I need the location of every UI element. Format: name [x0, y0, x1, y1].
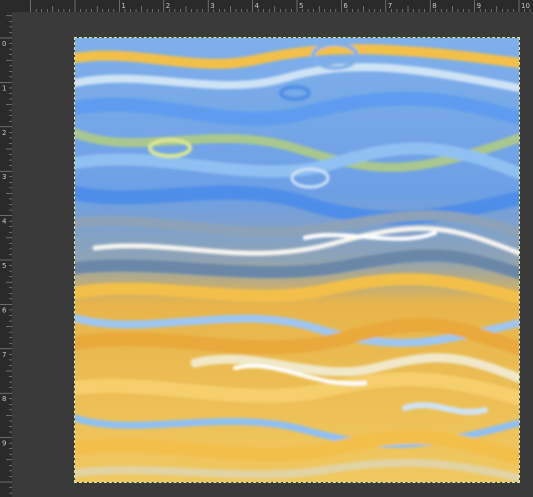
- ruler-label: 10: [521, 2, 530, 10]
- ruler-label: 1: [2, 84, 6, 92]
- horizontal-ruler-ticks: 1 2 3 4 5 6 7 8 9 10: [30, 0, 531, 12]
- ruler-label: 2: [166, 2, 170, 10]
- ruler-label: 8: [2, 395, 6, 403]
- ruler-label: 1: [121, 2, 125, 10]
- marbled-image: [75, 38, 519, 482]
- ruler-label: 9: [2, 440, 6, 448]
- ruler-label: 6: [343, 2, 348, 10]
- ruler-label: 4: [255, 2, 260, 10]
- ruler-label: 5: [299, 2, 303, 10]
- ruler-label: 0: [2, 40, 6, 48]
- ruler-label: 3: [210, 2, 214, 10]
- ruler-label: 8: [432, 2, 436, 10]
- ruler-label: 7: [2, 351, 6, 359]
- vertical-ruler-ticks: 0 1 2 3 4 5 6 7 8 9: [0, 15, 12, 494]
- marbled-image-artboard[interactable]: [74, 37, 520, 483]
- ruler-label: 2: [2, 129, 6, 137]
- ruler-label: 6: [2, 306, 7, 314]
- ruler-label: 9: [477, 2, 481, 10]
- ruler-label: 4: [2, 218, 7, 226]
- ruler-label: 7: [388, 2, 392, 10]
- ruler-label: 3: [2, 173, 6, 181]
- ruler-label: 5: [2, 262, 6, 270]
